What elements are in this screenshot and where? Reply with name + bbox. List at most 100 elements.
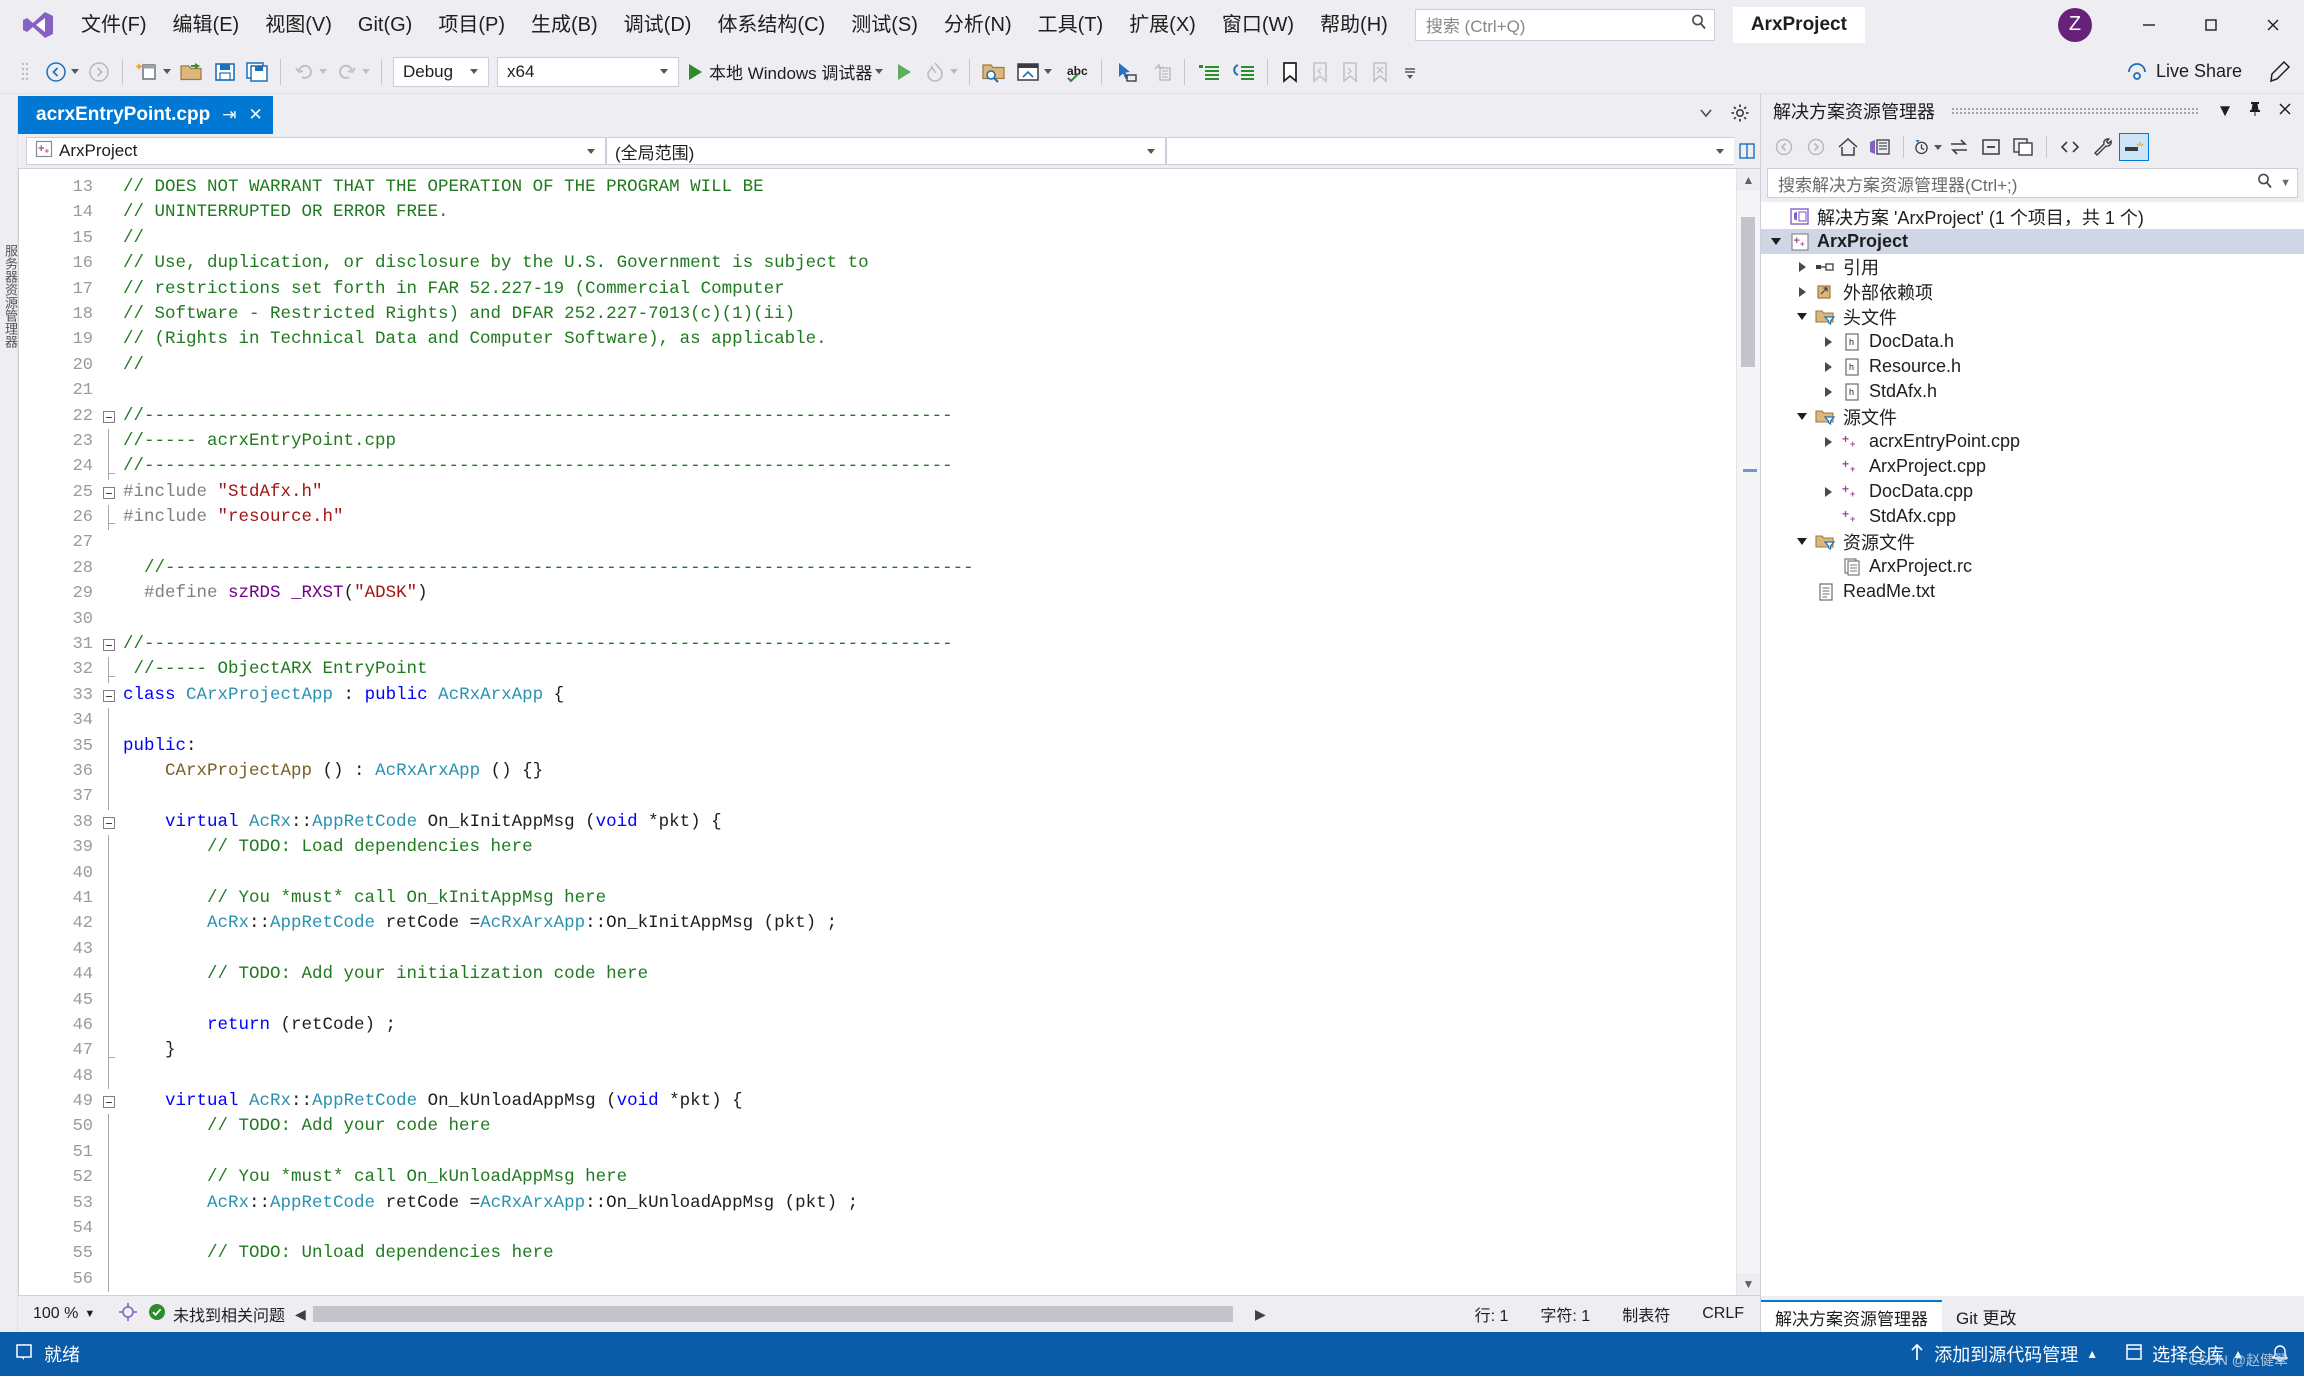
solution-configuration-combo[interactable]: Debug bbox=[393, 57, 489, 87]
fold-collapse-icon[interactable] bbox=[103, 487, 115, 499]
properties-button[interactable] bbox=[2087, 133, 2117, 161]
code-line[interactable]: #include "StdAfx.h" bbox=[123, 480, 1736, 505]
code-folding-column[interactable] bbox=[97, 169, 123, 1295]
fold-cell[interactable] bbox=[97, 581, 123, 606]
fold-cell[interactable] bbox=[97, 530, 123, 555]
code-line[interactable]: } bbox=[123, 1038, 1736, 1063]
window-layout-caret-icon[interactable] bbox=[1044, 69, 1052, 74]
search-in-files-button[interactable] bbox=[977, 55, 1011, 89]
start-debug-caret-icon[interactable] bbox=[875, 69, 883, 74]
show-all-files-button[interactable] bbox=[2008, 133, 2038, 161]
tree-item-arxproject-rc[interactable]: ArxProject.rc bbox=[1761, 554, 2304, 579]
window-layout-button[interactable] bbox=[1011, 55, 1056, 89]
code-line[interactable] bbox=[123, 861, 1736, 886]
tree-item-resource-h[interactable]: hResource.h bbox=[1761, 354, 2304, 379]
project-scope-combo[interactable]: ++ ArxProject bbox=[26, 137, 606, 165]
menu-window[interactable]: 窗口(W) bbox=[1209, 9, 1307, 41]
tree-item-acrxentrypoint-cpp[interactable]: ++acrxEntryPoint.cpp bbox=[1761, 429, 2304, 454]
code-line[interactable]: // bbox=[123, 353, 1736, 378]
code-line[interactable] bbox=[123, 708, 1736, 733]
code-line[interactable]: // UNINTERRUPTED OR ERROR FREE. bbox=[123, 200, 1736, 225]
code-line[interactable] bbox=[123, 937, 1736, 962]
fold-cell[interactable] bbox=[97, 657, 123, 682]
view-code-button[interactable] bbox=[2055, 133, 2085, 161]
fold-cell[interactable] bbox=[97, 1038, 123, 1063]
panel-menu-chevron-icon[interactable]: ▼ bbox=[2214, 101, 2236, 121]
solution-explorer-view-button[interactable] bbox=[1865, 133, 1895, 161]
editor-vertical-scrollbar[interactable]: ▲ ▼ bbox=[1736, 169, 1760, 1295]
code-line[interactable] bbox=[123, 1140, 1736, 1165]
chevron-down-icon[interactable] bbox=[1765, 238, 1787, 245]
menu-analyze[interactable]: 分析(N) bbox=[931, 9, 1025, 41]
fold-cell[interactable] bbox=[97, 1216, 123, 1241]
hscrollbar-thumb[interactable] bbox=[313, 1306, 1233, 1322]
navigate-backward-button[interactable] bbox=[40, 55, 83, 89]
spell-check-button[interactable]: abc bbox=[1056, 55, 1094, 89]
menu-view[interactable]: 视图(V) bbox=[252, 9, 345, 41]
fold-cell[interactable] bbox=[97, 683, 123, 708]
fold-cell[interactable] bbox=[97, 302, 123, 327]
code-line[interactable]: //----- acrxEntryPoint.cpp bbox=[123, 429, 1736, 454]
code-line[interactable] bbox=[123, 607, 1736, 632]
tree-item-readme-txt[interactable]: ReadMe.txt bbox=[1761, 579, 2304, 604]
fold-cell[interactable] bbox=[97, 759, 123, 784]
chevron-down-icon[interactable] bbox=[1791, 538, 1813, 545]
code-line[interactable]: // restrictions set forth in FAR 52.227-… bbox=[123, 277, 1736, 302]
fold-cell[interactable] bbox=[97, 911, 123, 936]
fold-cell[interactable] bbox=[97, 1140, 123, 1165]
code-line[interactable]: //--------------------------------------… bbox=[123, 632, 1736, 657]
open-file-button[interactable] bbox=[175, 55, 209, 89]
fold-cell[interactable] bbox=[97, 1064, 123, 1089]
fold-cell[interactable] bbox=[97, 454, 123, 479]
tree-item-solution-root[interactable]: 解决方案 'ArxProject' (1 个项目，共 1 个) bbox=[1761, 204, 2304, 229]
fold-cell[interactable] bbox=[97, 175, 123, 200]
fold-cell[interactable] bbox=[97, 429, 123, 454]
menu-tools[interactable]: 工具(T) bbox=[1025, 9, 1117, 41]
panel-tab-solution-explorer[interactable]: 解决方案资源管理器 bbox=[1761, 1300, 1942, 1332]
fold-cell[interactable] bbox=[97, 962, 123, 987]
minimize-button[interactable] bbox=[2118, 0, 2180, 50]
tree-item-arxproject-cpp[interactable]: ++ArxProject.cpp bbox=[1761, 454, 2304, 479]
member-detail-combo[interactable] bbox=[1166, 137, 1734, 165]
editor-tab-acrxentrypoint[interactable]: acrxEntryPoint.cpp ⇥ ✕ bbox=[18, 96, 273, 134]
avatar[interactable]: Z bbox=[2058, 8, 2092, 42]
left-tool-rail[interactable]: 服务器资源管理器 bbox=[0, 94, 18, 1332]
new-project-button[interactable] bbox=[130, 55, 175, 89]
fold-cell[interactable] bbox=[97, 1089, 123, 1114]
tree-item-arxproject[interactable]: ++ArxProject bbox=[1761, 229, 2304, 254]
chevron-right-icon[interactable] bbox=[1817, 387, 1839, 397]
fold-cell[interactable] bbox=[97, 632, 123, 657]
close-icon[interactable]: ✕ bbox=[248, 105, 262, 125]
code-line[interactable] bbox=[123, 988, 1736, 1013]
menu-git[interactable]: Git(G) bbox=[345, 9, 425, 41]
tree-item-docdata-h[interactable]: hDocData.h bbox=[1761, 329, 2304, 354]
tree-item-stdafx-cpp[interactable]: ++StdAfx.cpp bbox=[1761, 504, 2304, 529]
hscroll-left-arrow-icon[interactable]: ◀ bbox=[295, 1306, 306, 1323]
code-line[interactable]: class CArxProjectApp : public AcRxArxApp… bbox=[123, 683, 1736, 708]
chevron-right-icon[interactable] bbox=[1791, 287, 1813, 297]
editor-settings-gear-icon[interactable] bbox=[1730, 103, 1750, 128]
chevron-right-icon[interactable] bbox=[1817, 337, 1839, 347]
code-line[interactable]: //--------------------------------------… bbox=[123, 404, 1736, 429]
quick-search-box[interactable]: 搜索 (Ctrl+Q) bbox=[1415, 9, 1715, 41]
solution-tree[interactable]: 解决方案 'ArxProject' (1 个项目，共 1 个) ++ArxPro… bbox=[1761, 202, 2304, 1296]
code-line[interactable] bbox=[123, 530, 1736, 555]
code-line[interactable] bbox=[123, 1267, 1736, 1292]
navigate-backward-caret-icon[interactable] bbox=[71, 69, 79, 74]
tree-item-header-files[interactable]: 头文件 bbox=[1761, 304, 2304, 329]
save-all-button[interactable] bbox=[241, 55, 273, 89]
fold-cell[interactable] bbox=[97, 708, 123, 733]
pending-changes-filter-button[interactable] bbox=[1912, 133, 1942, 161]
menu-project[interactable]: 项目(P) bbox=[425, 9, 518, 41]
fold-collapse-icon[interactable] bbox=[103, 817, 115, 829]
code-line[interactable]: virtual AcRx::AppRetCode On_kUnloadAppMs… bbox=[123, 1089, 1736, 1114]
start-debug-button[interactable]: 本地 Windows 调试器 bbox=[683, 55, 889, 89]
menu-architecture[interactable]: 体系结构(C) bbox=[704, 9, 838, 41]
fold-cell[interactable] bbox=[97, 1013, 123, 1038]
code-line[interactable]: CArxProjectApp () : AcRxArxApp () {} bbox=[123, 759, 1736, 784]
fold-cell[interactable] bbox=[97, 1241, 123, 1266]
start-without-debugging-button[interactable] bbox=[889, 55, 919, 89]
menu-debug[interactable]: 调试(D) bbox=[611, 9, 705, 41]
fold-cell[interactable] bbox=[97, 556, 123, 581]
save-button[interactable] bbox=[209, 55, 241, 89]
